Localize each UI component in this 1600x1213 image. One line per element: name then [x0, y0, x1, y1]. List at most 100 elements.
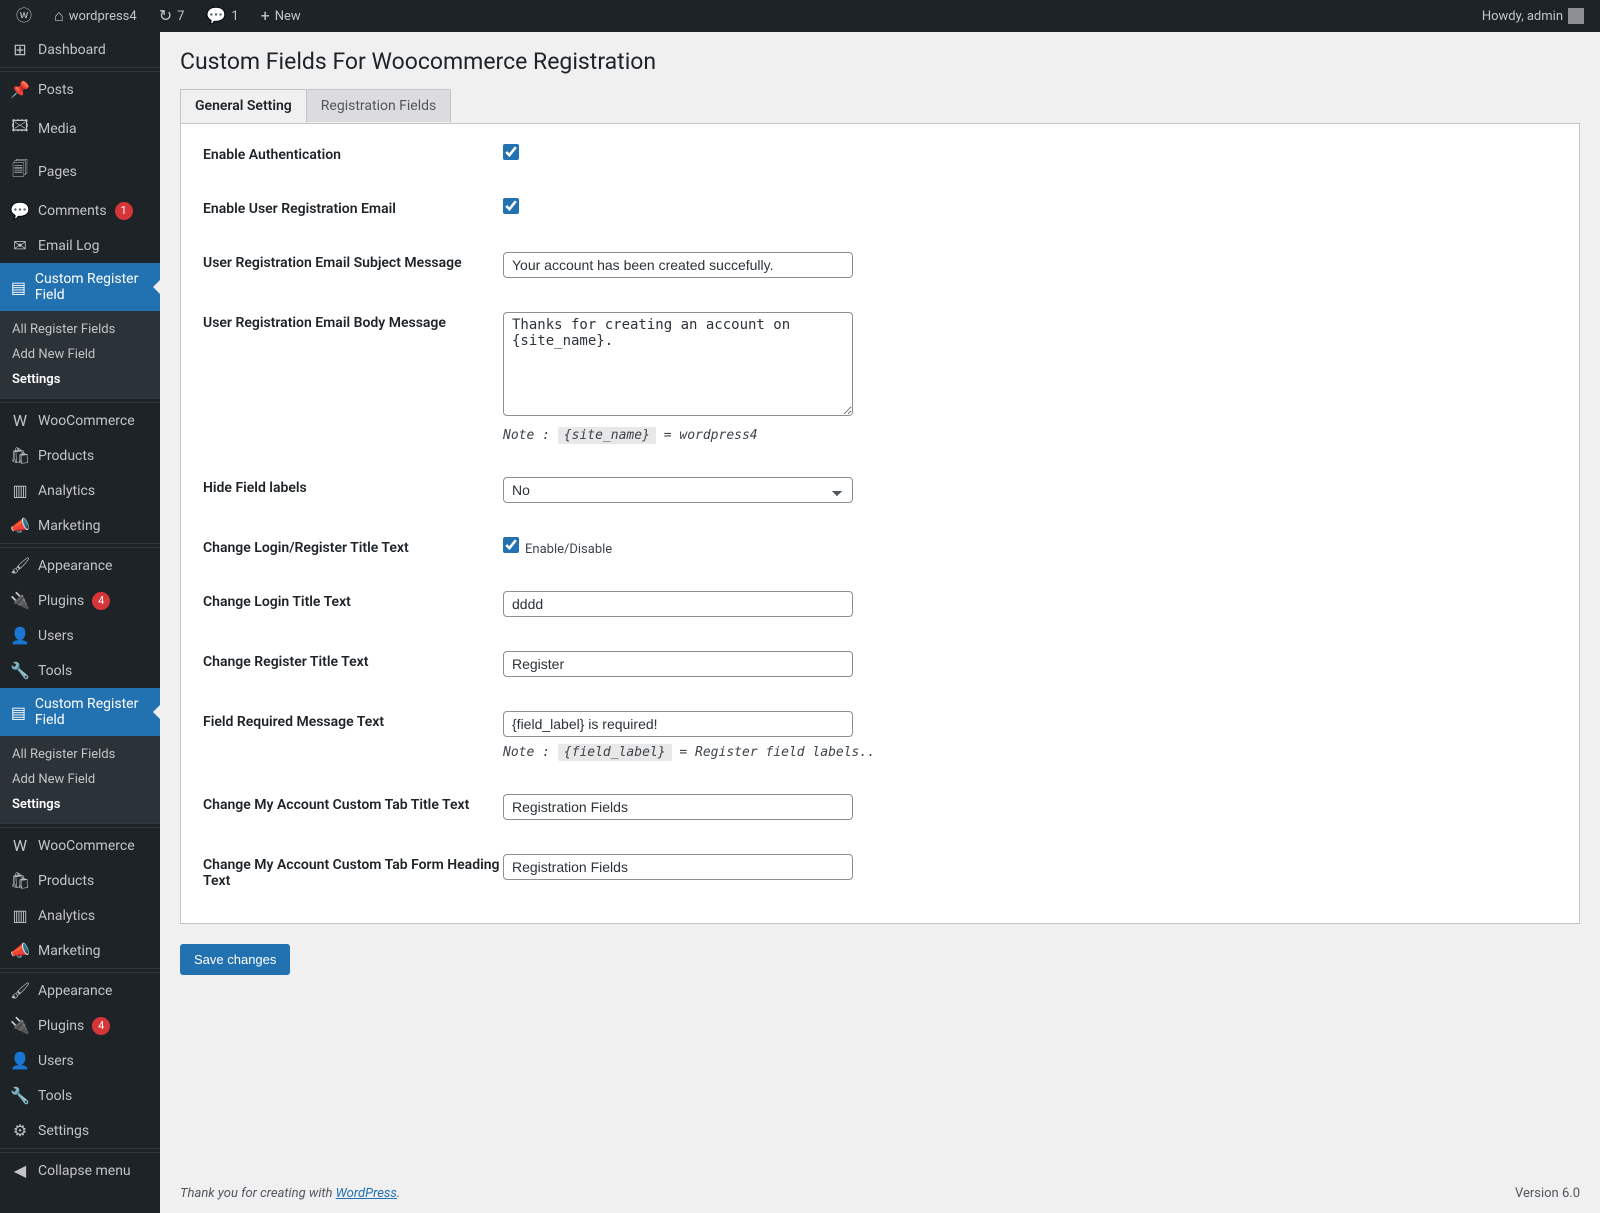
home-icon: ⌂: [54, 8, 64, 24]
label-required-msg: Field Required Message Text: [203, 711, 503, 730]
pin-icon: 📌: [10, 80, 30, 99]
page-icon: 🗐: [10, 158, 30, 185]
sidebar-item-pages[interactable]: 🗐 Pages: [0, 150, 160, 193]
sidebar-item-label: Posts: [38, 82, 74, 98]
new-label: New: [275, 9, 301, 24]
submenu-crf: All Register Fields Add New Field Settin…: [0, 311, 160, 398]
note-code: {field_label}: [558, 744, 672, 761]
sidebar-item-label: Pages: [38, 164, 77, 180]
chart-icon: ▥: [10, 906, 30, 925]
howdy-text: Howdy, admin: [1482, 9, 1563, 24]
sidebar-item-label: Tools: [38, 1088, 72, 1104]
sidebar-item-media[interactable]: 🖾Media: [0, 107, 160, 150]
avatar-icon: [1568, 8, 1584, 24]
submenu-settings[interactable]: Settings: [0, 367, 160, 392]
brush-icon: 🖌: [10, 556, 30, 575]
footer-version: Version 6.0: [1515, 1186, 1580, 1201]
submenu-add-field[interactable]: Add New Field: [0, 342, 160, 367]
sidebar-item-users[interactable]: 👤Users: [0, 618, 160, 653]
updates-icon: ↻: [159, 8, 172, 24]
sidebar-collapse[interactable]: ◀Collapse menu: [0, 1153, 160, 1188]
input-login-title[interactable]: [503, 591, 853, 617]
sidebar-item-custom-register-field[interactable]: ▤ Custom Register Field: [0, 263, 160, 311]
sidebar-item-analytics[interactable]: ▥Analytics: [0, 473, 160, 508]
sidebar-item-products[interactable]: 🛍Products: [0, 438, 160, 473]
user-icon: 👤: [10, 1051, 30, 1070]
input-required-msg[interactable]: [503, 711, 853, 737]
admin-bar: ⓦ ⌂wordpress4 ↻7 💬1 +New Howdy, admin: [0, 0, 1600, 32]
sidebar-item-label: Products: [38, 873, 94, 889]
plugins-badge: 4: [92, 592, 110, 610]
comments-bar[interactable]: 💬1: [198, 0, 246, 32]
submenu-all-fields-dup[interactable]: All Register Fields: [0, 742, 160, 767]
sidebar-item-marketing[interactable]: 📣 Marketing: [0, 508, 160, 543]
tools-icon: 🔧: [10, 661, 30, 680]
sidebar-item-users-dup[interactable]: 👤Users: [0, 1043, 160, 1078]
sidebar-item-products-dup[interactable]: 🛍Products: [0, 863, 160, 898]
input-tab-title[interactable]: [503, 794, 853, 820]
sidebar-item-comments[interactable]: 💬Comments1: [0, 193, 160, 228]
checkbox-enable-email[interactable]: [503, 198, 519, 214]
checkbox-label-enable-disable: Enable/Disable: [525, 542, 612, 557]
page-title: Custom Fields For Woocommerce Registrati…: [180, 48, 1580, 75]
sidebar-item-appearance-dup[interactable]: 🖌Appearance: [0, 973, 160, 1008]
sidebar-item-analytics-dup[interactable]: ▥Analytics: [0, 898, 160, 933]
megaphone-icon: 📣: [10, 516, 30, 535]
label-body: User Registration Email Body Message: [203, 312, 503, 331]
submenu-settings-dup[interactable]: Settings: [0, 792, 160, 817]
select-hide-labels[interactable]: No: [503, 477, 853, 503]
sidebar-item-label: Appearance: [38, 983, 112, 999]
comment-icon: 💬: [10, 201, 30, 220]
sidebar-item-dashboard[interactable]: ⊞Dashboard: [0, 32, 160, 67]
sidebar-item-email-log[interactable]: ✉Email Log: [0, 228, 160, 263]
sidebar-item-settings[interactable]: ⚙Settings: [0, 1113, 160, 1148]
sidebar-item-plugins-dup[interactable]: 🔌Plugins4: [0, 1008, 160, 1043]
sidebar-item-label: Plugins: [38, 593, 84, 609]
comments-count: 1: [231, 9, 238, 24]
sidebar-item-tools-dup[interactable]: 🔧 Tools: [0, 1078, 160, 1113]
input-subject[interactable]: [503, 252, 853, 278]
sidebar-item-custom-register-field-dup[interactable]: ▤ Custom Register Field: [0, 688, 160, 736]
label-hide-labels: Hide Field labels: [203, 477, 503, 496]
form-icon: ▤: [10, 278, 27, 297]
tab-registration-fields[interactable]: Registration Fields: [306, 89, 451, 122]
form-icon: ▤: [10, 703, 27, 722]
sidebar-item-marketing-dup[interactable]: 📣Marketing: [0, 933, 160, 968]
wp-logo[interactable]: ⓦ: [8, 0, 40, 32]
updates[interactable]: ↻7: [151, 0, 193, 32]
sidebar-item-label: WooCommerce: [38, 838, 135, 854]
sidebar-item-plugins[interactable]: 🔌Plugins4: [0, 583, 160, 618]
sidebar-item-label: Marketing: [38, 518, 101, 534]
tools-icon: 🔧: [10, 1086, 30, 1105]
note-prefix: Note :: [503, 428, 550, 443]
submenu-add-field-dup[interactable]: Add New Field: [0, 767, 160, 792]
submenu-crf-dup: All Register Fields Add New Field Settin…: [0, 736, 160, 823]
tab-general[interactable]: General Setting: [180, 89, 307, 123]
megaphone-icon: 📣: [10, 941, 30, 960]
collapse-icon: ◀: [10, 1161, 30, 1180]
textarea-body[interactable]: Thanks for creating an account on {site_…: [503, 312, 853, 416]
input-tab-heading[interactable]: [503, 854, 853, 880]
sidebar-item-appearance[interactable]: 🖌Appearance: [0, 548, 160, 583]
submenu-all-fields[interactable]: All Register Fields: [0, 317, 160, 342]
settings-panel: Enable Authentication Enable User Regist…: [180, 123, 1580, 924]
save-button[interactable]: Save changes: [180, 944, 290, 975]
howdy[interactable]: Howdy, admin: [1474, 0, 1592, 32]
sidebar-item-label: Plugins: [38, 1018, 84, 1034]
sidebar-item-label: Comments: [38, 203, 107, 219]
checkbox-change-title[interactable]: [503, 537, 519, 553]
site-home[interactable]: ⌂wordpress4: [46, 0, 145, 32]
sidebar-item-posts[interactable]: 📌 Posts: [0, 72, 160, 107]
sidebar-item-tools[interactable]: 🔧Tools: [0, 653, 160, 688]
sidebar-item-label: Analytics: [38, 483, 95, 499]
note-suffix: = wordpress4: [664, 428, 758, 443]
sidebar-item-label: Custom Register Field: [35, 271, 150, 303]
sidebar-item-woocommerce[interactable]: WWooCommerce: [0, 403, 160, 438]
label-tab-title: Change My Account Custom Tab Title Text: [203, 794, 503, 813]
new-content[interactable]: +New: [253, 0, 309, 32]
input-register-title[interactable]: [503, 651, 853, 677]
sidebar-item-label: Custom Register Field: [35, 696, 150, 728]
sidebar-item-woocommerce-dup[interactable]: WWooCommerce: [0, 828, 160, 863]
wordpress-link[interactable]: WordPress: [336, 1186, 397, 1201]
checkbox-enable-auth[interactable]: [503, 144, 519, 160]
